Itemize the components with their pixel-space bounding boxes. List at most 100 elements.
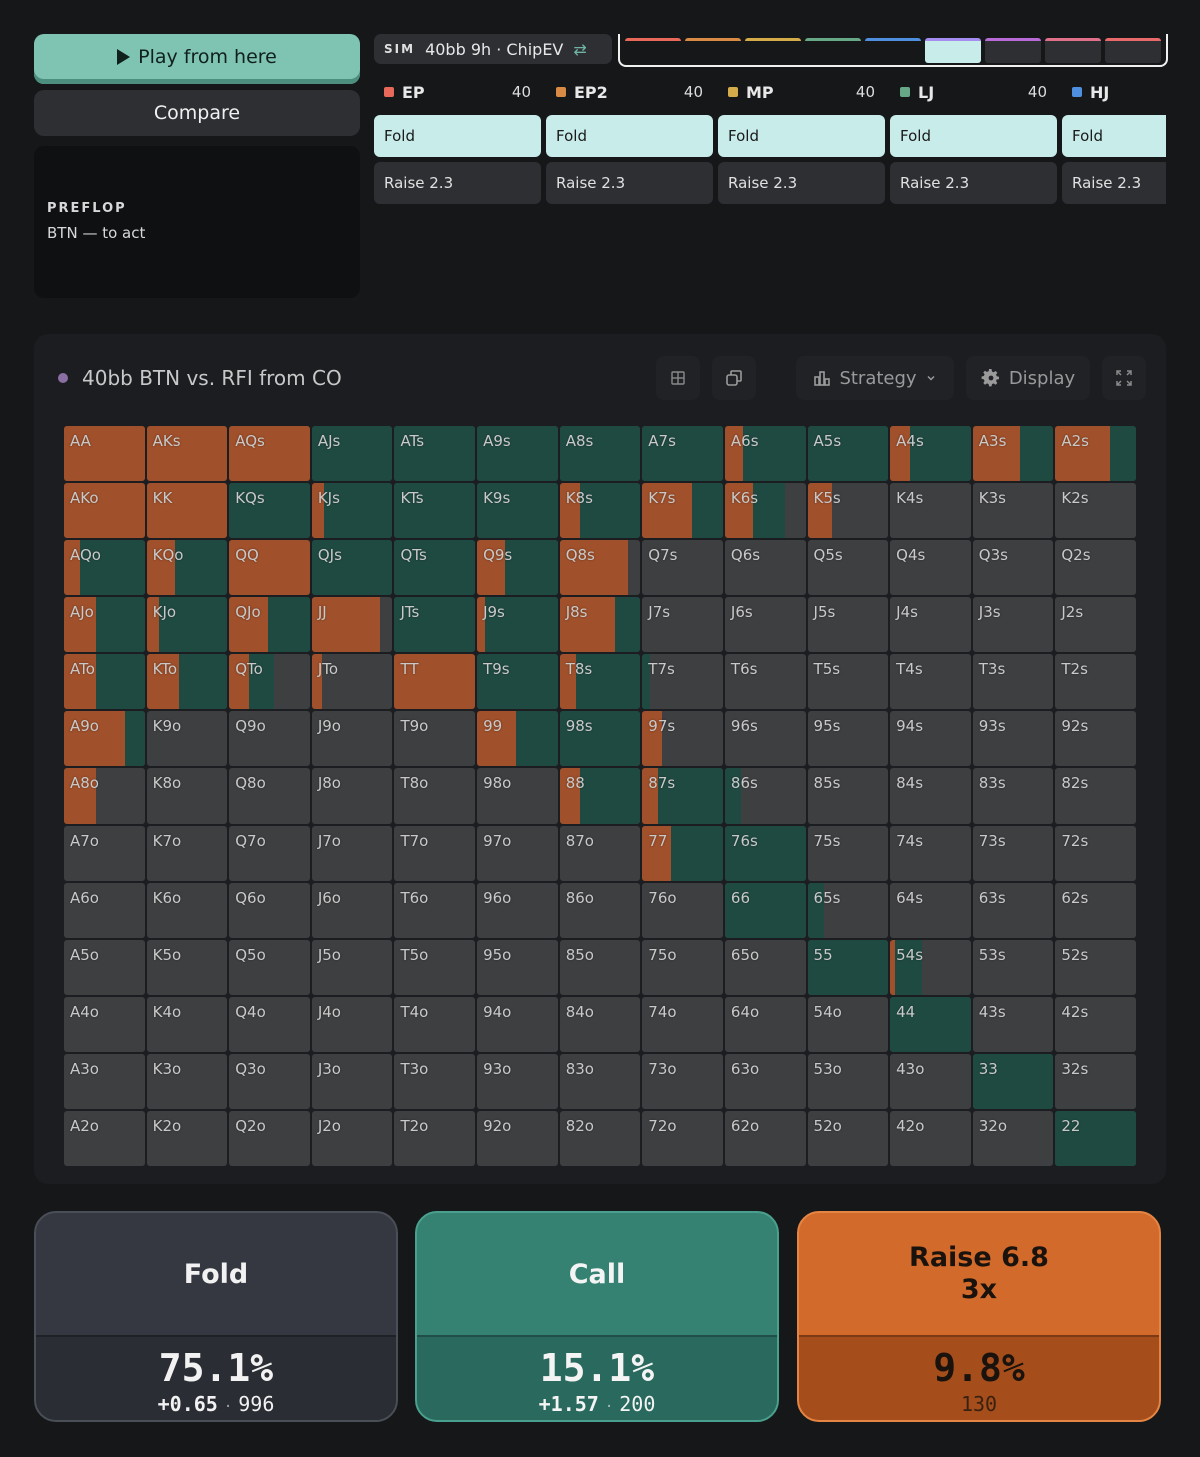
position-raise-button[interactable]: Raise 2.3 [546, 162, 713, 204]
hand-cell[interactable]: JTo [311, 654, 393, 710]
hand-cell[interactable]: K7s [642, 483, 723, 539]
hand-cell[interactable]: 95s [807, 711, 889, 767]
hand-cell[interactable]: 99 [477, 711, 558, 767]
hand-cell[interactable]: T4o [394, 996, 476, 1052]
hand-cell[interactable]: J4s [890, 597, 971, 653]
hand-cell[interactable]: T3s [972, 654, 1054, 710]
hand-cell[interactable]: J9o [311, 711, 393, 767]
timeline-segment[interactable] [1105, 38, 1161, 63]
position-raise-button[interactable]: Raise 2.3 [890, 162, 1057, 204]
hand-cell[interactable]: 76s [724, 825, 806, 881]
hand-cell[interactable]: 66 [724, 882, 806, 938]
hand-cell[interactable]: QJo [229, 597, 310, 653]
hand-cell[interactable]: A7s [642, 426, 723, 482]
hand-cell[interactable]: 72o [642, 1110, 723, 1166]
hand-cell[interactable]: A9o [64, 711, 145, 767]
hand-cell[interactable]: T2s [1055, 654, 1136, 710]
hand-cell[interactable]: 42o [890, 1110, 971, 1166]
hand-cell[interactable]: K5o [146, 939, 228, 995]
hand-cell[interactable]: 32s [1055, 1053, 1136, 1109]
hand-cell[interactable]: Q2s [1055, 540, 1136, 596]
hand-cell[interactable]: ATo [64, 654, 145, 710]
hand-cell[interactable]: QQ [229, 540, 310, 596]
hand-cell[interactable]: 92o [477, 1110, 558, 1166]
hand-cell[interactable]: A8s [559, 426, 641, 482]
hand-cell[interactable]: KTo [146, 654, 228, 710]
hand-cell[interactable]: T9s [477, 654, 558, 710]
hand-cell[interactable]: JTs [394, 597, 476, 653]
hand-cell[interactable]: T6o [394, 882, 476, 938]
hand-cell[interactable]: T8o [394, 768, 476, 824]
hand-cell[interactable]: AQo [64, 540, 145, 596]
hand-cell[interactable]: A3o [64, 1053, 145, 1109]
hand-cell[interactable]: T4s [890, 654, 971, 710]
hand-cell[interactable]: K9o [146, 711, 228, 767]
hand-cell[interactable]: 94o [477, 996, 558, 1052]
timeline-segment[interactable] [685, 38, 741, 63]
hand-cell[interactable]: 54s [890, 939, 971, 995]
hand-cell[interactable]: Q9s [477, 540, 558, 596]
hand-cell[interactable]: K2s [1055, 483, 1136, 539]
hand-cell[interactable]: K5s [807, 483, 889, 539]
hand-cell[interactable]: 73o [642, 1053, 723, 1109]
hand-cell[interactable]: 86o [559, 882, 641, 938]
hand-cell[interactable]: Q2o [229, 1110, 310, 1166]
hand-cell[interactable]: 97s [642, 711, 723, 767]
hand-cell[interactable]: 43s [972, 996, 1054, 1052]
hand-cell[interactable]: A2o [64, 1110, 145, 1166]
hand-cell[interactable]: JJ [311, 597, 393, 653]
hand-cell[interactable]: 52s [1055, 939, 1136, 995]
hand-cell[interactable]: 65o [724, 939, 806, 995]
hand-cell[interactable]: J3s [972, 597, 1054, 653]
hand-cell[interactable]: 88 [559, 768, 641, 824]
hand-cell[interactable]: 63o [724, 1053, 806, 1109]
hand-cell[interactable]: Q4s [890, 540, 971, 596]
hand-cell[interactable]: Q8o [229, 768, 310, 824]
hand-cell[interactable]: Q5o [229, 939, 310, 995]
hand-cell[interactable]: 83s [972, 768, 1054, 824]
hand-cell[interactable]: K9s [477, 483, 558, 539]
timeline-segment[interactable] [625, 38, 681, 63]
hand-cell[interactable]: 62o [724, 1110, 806, 1166]
hand-cell[interactable]: 98s [559, 711, 641, 767]
hand-cell[interactable]: K3s [972, 483, 1054, 539]
hand-cell[interactable]: J2o [311, 1110, 393, 1166]
copy-button[interactable] [712, 356, 756, 400]
hand-cell[interactable]: 82s [1055, 768, 1136, 824]
hand-cell[interactable]: AA [64, 426, 145, 482]
hand-cell[interactable]: 55 [807, 939, 889, 995]
hand-cell[interactable]: A4s [890, 426, 971, 482]
hand-cell[interactable]: K3o [146, 1053, 228, 1109]
compare-button[interactable]: Compare [34, 90, 360, 136]
hand-cell[interactable]: K4s [890, 483, 971, 539]
hand-cell[interactable]: 77 [642, 825, 723, 881]
hand-cell[interactable]: KQs [229, 483, 310, 539]
hand-cell[interactable]: J5o [311, 939, 393, 995]
hand-cell[interactable]: 74o [642, 996, 723, 1052]
timeline-segment[interactable] [985, 38, 1041, 63]
hand-cell[interactable]: K6s [724, 483, 806, 539]
hand-cell[interactable]: A8o [64, 768, 145, 824]
hand-cell[interactable]: Q3o [229, 1053, 310, 1109]
display-button[interactable]: Display [966, 356, 1090, 400]
hand-cell[interactable]: T7s [642, 654, 723, 710]
hand-cell[interactable]: T8s [559, 654, 641, 710]
hand-cell[interactable]: 85o [559, 939, 641, 995]
hand-cell[interactable]: 62s [1055, 882, 1136, 938]
hand-cell[interactable]: ATs [394, 426, 476, 482]
hand-cell[interactable]: Q6s [724, 540, 806, 596]
hand-cell[interactable]: 98o [477, 768, 558, 824]
hand-cell[interactable]: 86s [724, 768, 806, 824]
hand-cell[interactable]: Q8s [559, 540, 641, 596]
timeline-segment[interactable] [1045, 38, 1101, 63]
hand-cell[interactable]: 95o [477, 939, 558, 995]
hand-cell[interactable]: T9o [394, 711, 476, 767]
hand-cell[interactable]: J6s [724, 597, 806, 653]
timeline-segment[interactable] [865, 38, 921, 63]
hand-cell[interactable]: J4o [311, 996, 393, 1052]
hand-cell[interactable]: A9s [477, 426, 558, 482]
hand-cell[interactable]: 73s [972, 825, 1054, 881]
hand-cell[interactable]: 75s [807, 825, 889, 881]
hand-cell[interactable]: 22 [1055, 1110, 1136, 1166]
timeline-segment[interactable] [745, 38, 801, 63]
